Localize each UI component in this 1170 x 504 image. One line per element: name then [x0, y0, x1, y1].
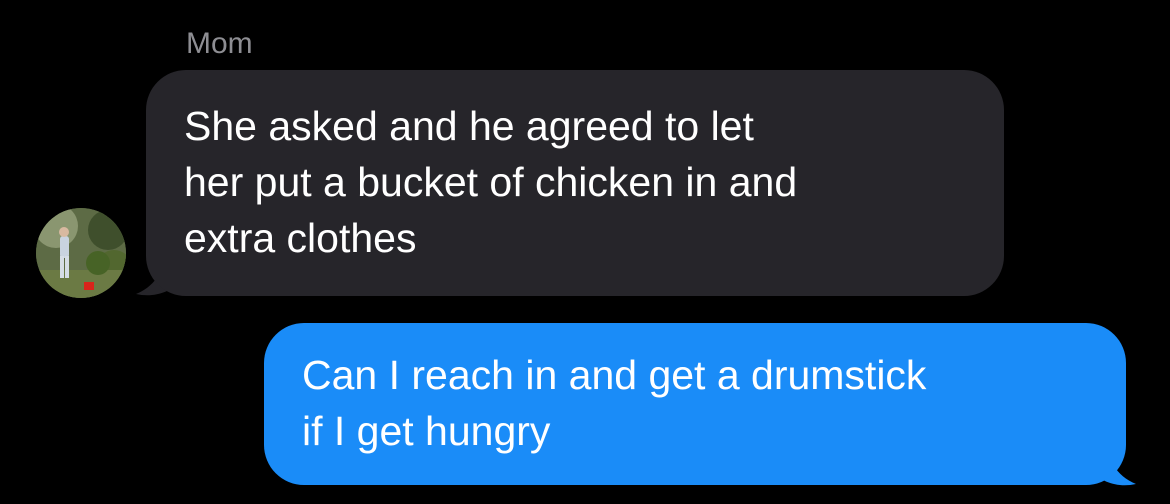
incoming-message-bubble[interactable]: She asked and he agreed to let her put a… — [146, 70, 1004, 296]
outgoing-message-bubble[interactable]: Can I reach in and get a drumstick if I … — [264, 323, 1126, 485]
avatar-photo — [36, 208, 126, 298]
sender-name: Mom — [186, 27, 253, 60]
contact-avatar[interactable] — [36, 208, 126, 298]
